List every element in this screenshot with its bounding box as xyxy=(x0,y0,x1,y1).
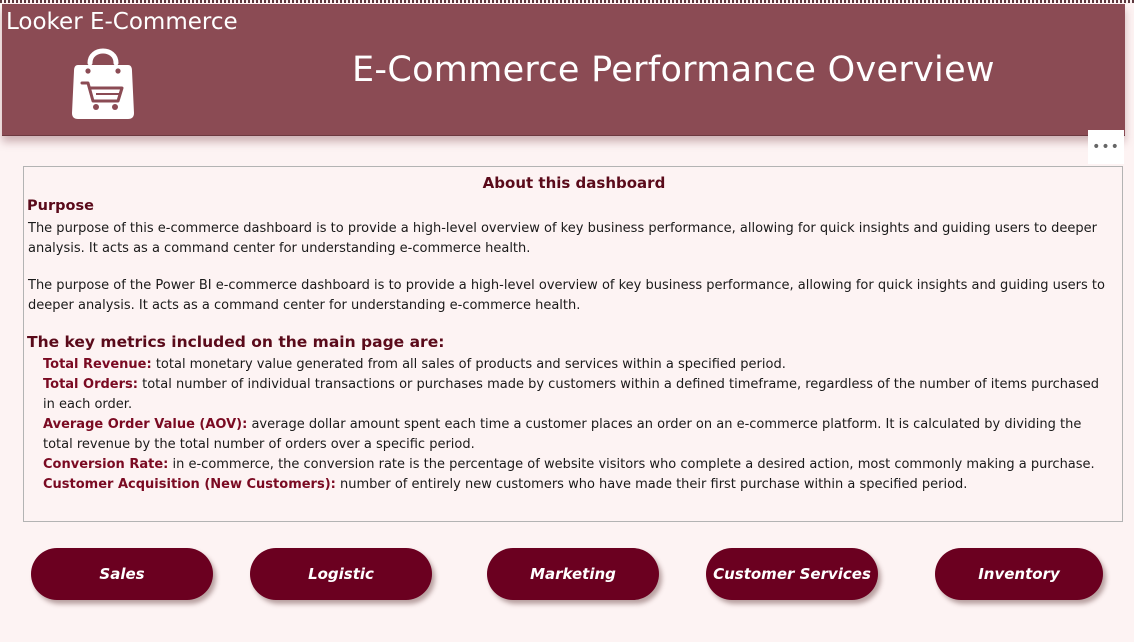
metric-description: total number of individual transactions … xyxy=(43,377,1100,412)
about-panel: About this dashboard Purpose The purpose… xyxy=(23,166,1123,522)
metric-description: in e-commerce, the conversion rate is th… xyxy=(172,457,1095,472)
metric-description: total monetary value generated from all … xyxy=(155,357,786,372)
shopping-bag-cart-icon xyxy=(68,41,138,123)
app-name: Looker E-Commerce xyxy=(6,9,238,35)
metric-item-conversion-rate: Conversion Rate: in e-commerce, the conv… xyxy=(43,455,1103,475)
metric-name: Conversion Rate: xyxy=(43,457,169,472)
purpose-heading: Purpose xyxy=(27,198,94,214)
more-options-button[interactable]: ••• xyxy=(1088,130,1124,164)
top-border-dots xyxy=(0,0,1134,3)
metric-description: number of entirely new customers who hav… xyxy=(339,477,968,492)
metric-name: Average Order Value (AOV): xyxy=(43,417,248,432)
nav-button-sales[interactable]: Sales xyxy=(31,548,213,600)
metrics-heading: The key metrics included on the main pag… xyxy=(27,333,445,351)
nav-button-inventory[interactable]: Inventory xyxy=(935,548,1103,600)
metric-item-customer-acquisition: Customer Acquisition (New Customers): nu… xyxy=(43,475,1103,495)
metric-item-total-orders: Total Orders: total number of individual… xyxy=(43,375,1103,415)
page-title: E-Commerce Performance Overview xyxy=(352,50,995,90)
metric-name: Total Revenue: xyxy=(43,357,152,372)
purpose-paragraph-1: The purpose of this e-commerce dashboard… xyxy=(28,221,1098,256)
metric-name: Total Orders: xyxy=(43,377,138,392)
about-title: About this dashboard xyxy=(482,174,666,192)
nav-button-marketing[interactable]: Marketing xyxy=(487,548,659,600)
more-options-icon: ••• xyxy=(1092,139,1120,155)
purpose-paragraph-2: The purpose of the Power BI e-commerce d… xyxy=(28,278,1105,313)
metric-item-aov: Average Order Value (AOV): average dolla… xyxy=(43,415,1103,455)
metrics-list: Total Revenue: total monetary value gene… xyxy=(43,355,1103,495)
header-banner: Looker E-Commerce E-Commerce Performance… xyxy=(2,4,1125,136)
metric-name: Customer Acquisition (New Customers): xyxy=(43,477,336,492)
metric-item-total-revenue: Total Revenue: total monetary value gene… xyxy=(43,355,1103,375)
nav-button-logistic[interactable]: Logistic xyxy=(250,548,432,600)
nav-button-customer-services[interactable]: Customer Services xyxy=(706,548,878,600)
